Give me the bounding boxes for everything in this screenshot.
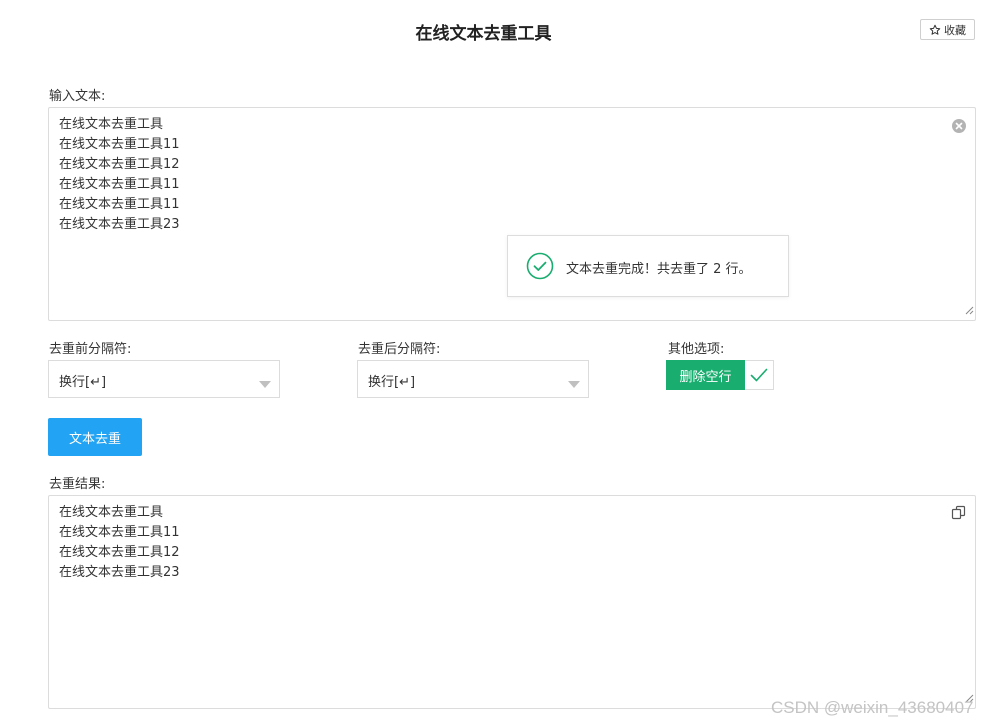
copy-icon[interactable] <box>951 505 966 524</box>
input-line: 在线文本去重工具23 <box>59 217 180 232</box>
input-line: 在线文本去重工具11 <box>59 177 180 192</box>
toast-message: 文本去重完成！共去重了 2 行。 <box>566 262 752 277</box>
input-line: 在线文本去重工具11 <box>59 137 180 152</box>
before-separator-label: 去重前分隔符: <box>49 342 132 357</box>
result-line: 在线文本去重工具23 <box>59 565 180 580</box>
result-line: 在线文本去重工具11 <box>59 525 180 540</box>
input-line: 在线文本去重工具11 <box>59 197 180 212</box>
favorite-label: 收藏 <box>944 24 966 37</box>
other-options-label: 其他选项: <box>668 342 725 357</box>
result-textarea[interactable]: 在线文本去重工具 在线文本去重工具11 在线文本去重工具12 在线文本去重工具2… <box>48 495 976 709</box>
result-line: 在线文本去重工具 <box>59 505 164 520</box>
before-separator-value: 换行[↵] <box>59 375 107 390</box>
input-line: 在线文本去重工具 <box>59 117 164 132</box>
clear-icon[interactable] <box>952 119 966 137</box>
checkmark-icon <box>750 367 768 387</box>
success-toast: 文本去重完成！共去重了 2 行。 <box>507 235 789 297</box>
result-line: 在线文本去重工具12 <box>59 545 180 560</box>
result-label: 去重结果: <box>49 477 106 492</box>
after-separator-value: 换行[↵] <box>368 375 416 390</box>
after-separator-label: 去重后分隔符: <box>358 342 441 357</box>
input-lines: 在线文本去重工具 在线文本去重工具11 在线文本去重工具12 在线文本去重工具1… <box>59 115 180 235</box>
chevron-down-icon <box>259 377 271 392</box>
resize-handle-icon[interactable] <box>965 304 974 319</box>
chevron-down-icon <box>568 377 580 392</box>
input-label: 输入文本: <box>49 89 106 104</box>
check-circle-icon <box>526 252 554 284</box>
input-line: 在线文本去重工具12 <box>59 157 180 172</box>
watermark: CSDN @weixin_43680407 <box>771 698 974 717</box>
after-separator-select[interactable]: 换行[↵] <box>357 360 589 398</box>
before-separator-select[interactable]: 换行[↵] <box>48 360 280 398</box>
result-lines: 在线文本去重工具 在线文本去重工具11 在线文本去重工具12 在线文本去重工具2… <box>59 503 180 583</box>
dedupe-button[interactable]: 文本去重 <box>48 418 142 456</box>
star-icon <box>929 24 941 36</box>
favorite-button[interactable]: 收藏 <box>920 19 975 40</box>
remove-empty-lines-toggle[interactable]: 删除空行 <box>666 360 774 390</box>
page-title: 在线文本去重工具 <box>415 24 552 44</box>
remove-empty-lines-label: 删除空行 <box>666 360 745 390</box>
